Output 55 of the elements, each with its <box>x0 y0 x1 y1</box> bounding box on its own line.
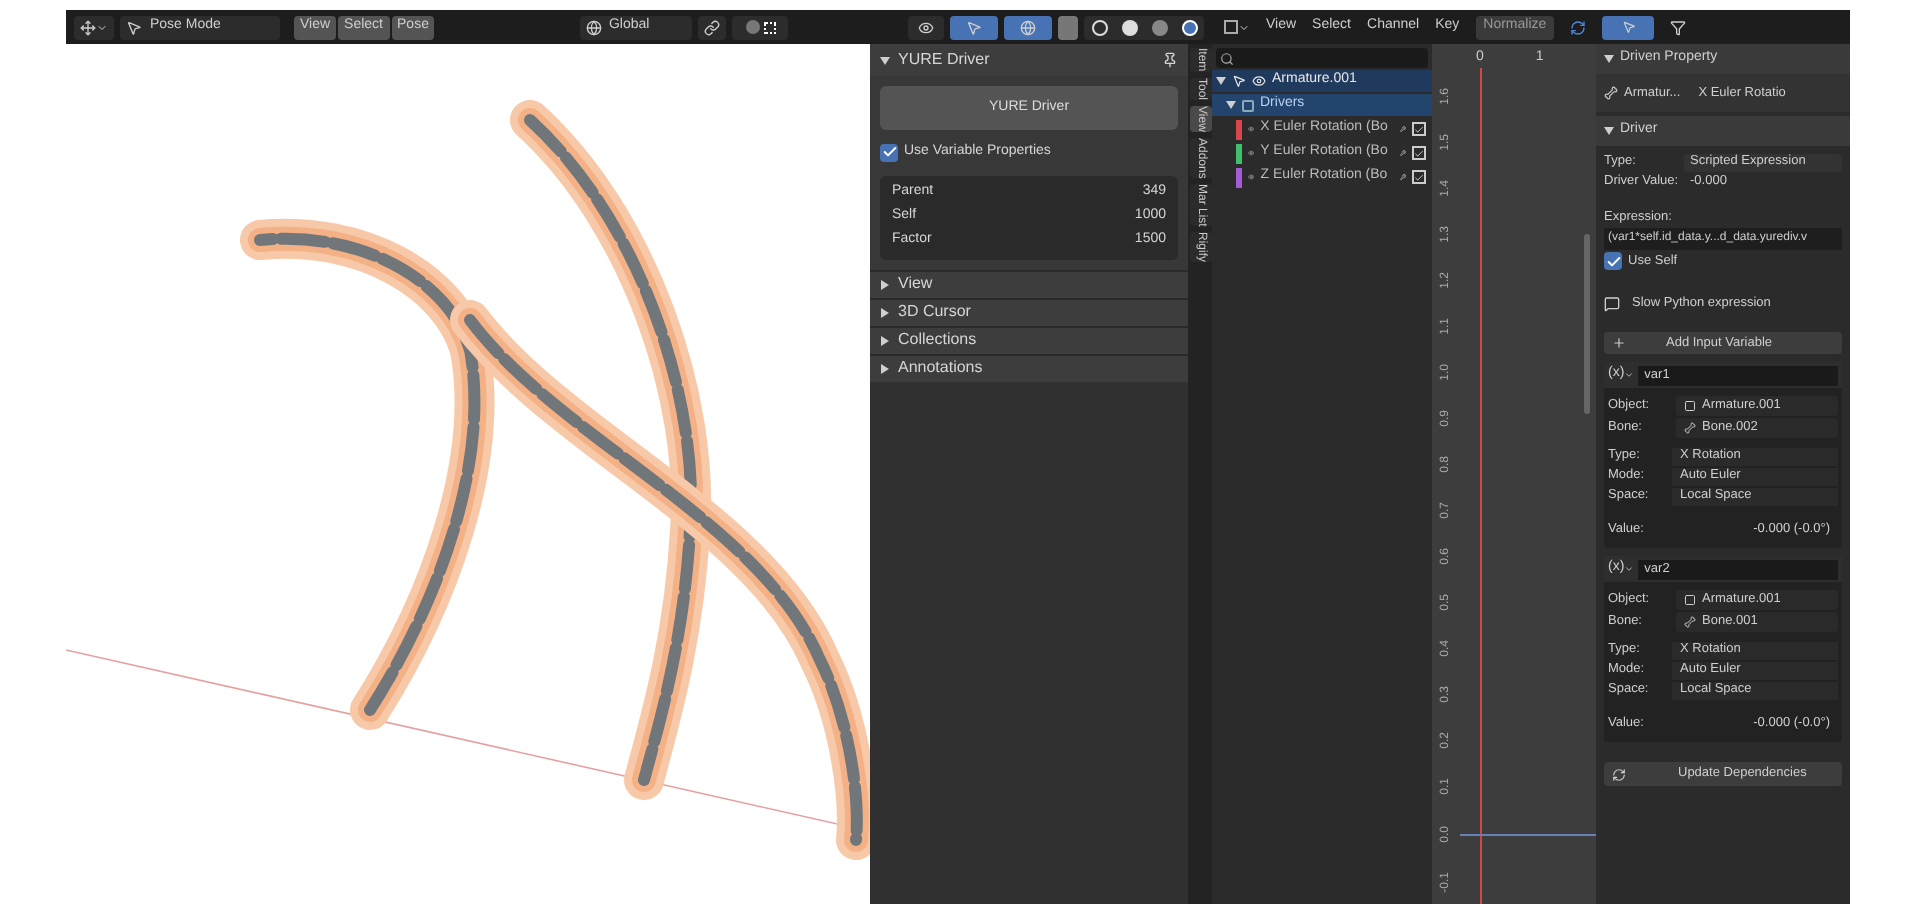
checkbox[interactable] <box>880 143 898 162</box>
caret-icon <box>96 21 108 33</box>
checkbox[interactable] <box>1411 170 1426 184</box>
eye-icon <box>1252 74 1266 88</box>
object-icon <box>1684 399 1696 411</box>
cursor-icon <box>966 19 982 35</box>
panel-section[interactable]: 3D Cursor <box>870 297 1188 325</box>
filter-icon[interactable] <box>1670 19 1687 35</box>
cursor-icon <box>1621 20 1636 34</box>
pivot-button[interactable] <box>698 15 727 39</box>
scrollbar[interactable] <box>1584 234 1590 414</box>
rendered-icon <box>1181 19 1197 35</box>
plus-icon <box>1612 336 1626 350</box>
panel-section[interactable]: Collections <box>870 325 1188 353</box>
visibility-button[interactable] <box>908 15 944 39</box>
editor-type-button[interactable] <box>1224 20 1250 34</box>
bone-icon <box>1604 86 1618 100</box>
driver-icon <box>1242 99 1254 111</box>
checkbox[interactable] <box>1604 252 1622 270</box>
graph-icon <box>1224 20 1238 34</box>
expand-arrow-icon <box>880 55 890 65</box>
panel-title: YURE Driver <box>898 48 990 72</box>
refresh-icon <box>1612 767 1626 781</box>
bone-icon <box>1684 421 1696 433</box>
expand-arrow-icon <box>1216 76 1226 86</box>
search-icon <box>1220 51 1234 65</box>
caret-icon <box>1624 370 1635 380</box>
refresh-icon[interactable] <box>1570 19 1587 35</box>
caret-icon <box>1624 564 1635 574</box>
eye-icon <box>918 19 934 35</box>
pin-icon[interactable] <box>1162 52 1178 68</box>
link-icon <box>704 19 721 35</box>
snap-button[interactable] <box>732 15 789 39</box>
caret-icon <box>1238 21 1250 33</box>
select-button[interactable] <box>1602 15 1655 39</box>
expand-arrow-icon <box>1604 126 1614 136</box>
checkbox[interactable] <box>1412 146 1426 160</box>
xray-button[interactable] <box>1058 15 1078 39</box>
wireframe-icon <box>1091 19 1107 35</box>
solid-icon <box>1121 19 1137 35</box>
gizmo-button[interactable] <box>950 15 998 39</box>
panel-section[interactable]: Annotations <box>870 353 1188 381</box>
shading-buttons[interactable] <box>1084 15 1204 39</box>
warning-icon <box>1604 296 1620 312</box>
grid-icon <box>763 21 776 33</box>
editor-type-button[interactable] <box>74 15 114 39</box>
expand-arrow-icon <box>1226 100 1236 110</box>
panel-section[interactable]: View <box>870 269 1188 297</box>
checkbox[interactable] <box>1412 122 1426 136</box>
bone-icon <box>1684 615 1696 627</box>
search-field[interactable] <box>1216 48 1428 68</box>
overlay-button[interactable] <box>1004 15 1052 39</box>
material-icon <box>1151 19 1167 35</box>
object-icon <box>1684 593 1696 605</box>
expand-arrow-icon <box>1604 54 1614 64</box>
